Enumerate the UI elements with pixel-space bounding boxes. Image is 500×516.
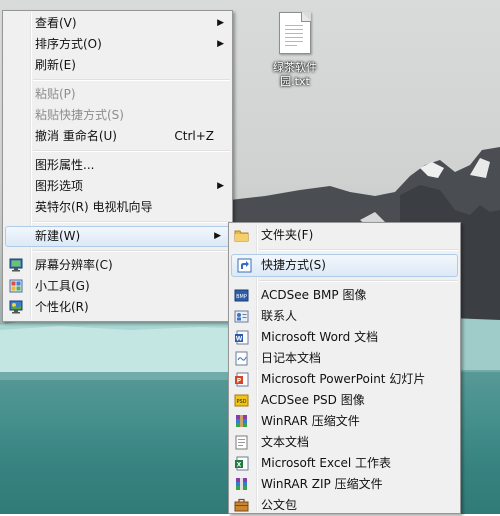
menu-item-label: Microsoft PowerPoint 幻灯片 xyxy=(261,372,426,386)
menu-item-label: ACDSee PSD 图像 xyxy=(261,393,365,407)
text-document-icon xyxy=(235,435,248,450)
submenu-item-contact[interactable]: 联系人 xyxy=(229,306,460,327)
submenu-arrow-icon: ▶ xyxy=(214,231,221,241)
menu-item-label: 撤消 重命名(U) xyxy=(35,129,117,143)
menu-item-undo-rename[interactable]: 撤消 重命名(U) Ctrl+Z xyxy=(3,126,232,147)
menu-item-label: 小工具(G) xyxy=(35,279,90,293)
menu-item-label: 粘贴(P) xyxy=(35,87,76,101)
svg-text:P: P xyxy=(237,378,242,385)
menu-separator xyxy=(259,280,458,282)
desktop-context-menu: 查看(V) ▶ 排序方式(O) ▶ 刷新(E) 粘贴(P) 粘贴快捷方式(S) … xyxy=(2,10,233,322)
briefcase-icon xyxy=(234,498,249,512)
menu-item-label: 日记本文档 xyxy=(261,351,322,365)
submenu-item-acdsee-psd[interactable]: PSD ACDSee PSD 图像 xyxy=(229,390,460,411)
submenu-item-excel[interactable]: X Microsoft Excel 工作表 xyxy=(229,453,460,474)
new-submenu: 文件夹(F) 快捷方式(S) BMP ACDSee BMP 图像 联系人 W M… xyxy=(228,222,461,514)
menu-item-label: 图形属性... xyxy=(35,158,95,172)
menu-separator xyxy=(33,250,230,252)
menu-item-paste[interactable]: 粘贴(P) xyxy=(3,84,232,105)
menu-item-personalize[interactable]: 个性化(R) xyxy=(3,297,232,318)
menu-item-intel-tv-wizard[interactable]: 英特尔(R) 电视机向导 xyxy=(3,197,232,218)
submenu-arrow-icon: ▶ xyxy=(217,18,224,28)
submenu-arrow-icon: ▶ xyxy=(217,181,224,191)
menu-item-label: ACDSee BMP 图像 xyxy=(261,288,367,302)
menu-separator xyxy=(259,249,458,251)
text-file-icon xyxy=(279,12,311,54)
submenu-item-word[interactable]: W Microsoft Word 文档 xyxy=(229,327,460,348)
submenu-item-powerpoint[interactable]: P Microsoft PowerPoint 幻灯片 xyxy=(229,369,460,390)
menu-item-label: 英特尔(R) 电视机向导 xyxy=(35,200,153,214)
psd-icon: PSD xyxy=(234,394,249,407)
svg-text:W: W xyxy=(236,336,243,343)
svg-text:PSD: PSD xyxy=(236,399,246,405)
menu-item-label: Microsoft Excel 工作表 xyxy=(261,456,392,470)
menu-item-label: 个性化(R) xyxy=(35,300,89,314)
journal-icon xyxy=(235,351,248,366)
word-icon: W xyxy=(235,330,249,345)
powerpoint-icon: P xyxy=(235,372,249,387)
menu-item-label: 排序方式(O) xyxy=(35,37,102,51)
shortcut-icon xyxy=(237,258,252,273)
submenu-item-winrar-zip[interactable]: WinRAR ZIP 压缩文件 xyxy=(229,474,460,495)
menu-item-label: 图形选项 xyxy=(35,179,84,193)
menu-separator xyxy=(33,221,230,223)
menu-item-label: 粘贴快捷方式(S) xyxy=(35,108,124,122)
menu-item-label: WinRAR ZIP 压缩文件 xyxy=(261,477,383,491)
menu-separator xyxy=(33,79,230,81)
desktop-file[interactable]: 绿茶软件园.txt xyxy=(260,12,330,89)
menu-item-view[interactable]: 查看(V) ▶ xyxy=(3,13,232,34)
display-icon xyxy=(9,258,23,272)
submenu-item-winrar[interactable]: WinRAR 压缩文件 xyxy=(229,411,460,432)
excel-icon: X xyxy=(235,456,249,471)
menu-item-label: 文件夹(F) xyxy=(261,228,314,242)
menu-item-label: Microsoft Word 文档 xyxy=(261,330,379,344)
desktop-file-name: 绿茶软件园.txt xyxy=(273,61,317,88)
menu-item-gadgets[interactable]: 小工具(G) xyxy=(3,276,232,297)
submenu-item-folder[interactable]: 文件夹(F) xyxy=(229,225,460,246)
submenu-arrow-icon: ▶ xyxy=(217,39,224,49)
zip-icon xyxy=(236,478,247,490)
gadgets-icon xyxy=(9,279,23,293)
menu-item-refresh[interactable]: 刷新(E) xyxy=(3,55,232,76)
submenu-item-acdsee-bmp[interactable]: BMP ACDSee BMP 图像 xyxy=(229,285,460,306)
submenu-item-shortcut[interactable]: 快捷方式(S) xyxy=(231,254,458,277)
menu-item-label: 新建(W) xyxy=(35,229,81,243)
menu-item-sort-by[interactable]: 排序方式(O) ▶ xyxy=(3,34,232,55)
rar-icon xyxy=(236,415,247,427)
menu-item-paste-shortcut[interactable]: 粘贴快捷方式(S) xyxy=(3,105,232,126)
menu-item-label: 刷新(E) xyxy=(35,58,76,72)
submenu-item-journal[interactable]: 日记本文档 xyxy=(229,348,460,369)
menu-item-label: WinRAR 压缩文件 xyxy=(261,414,360,428)
menu-item-label: 联系人 xyxy=(261,309,298,323)
menu-separator xyxy=(33,150,230,152)
menu-item-label: 屏幕分辨率(C) xyxy=(35,258,113,272)
svg-text:X: X xyxy=(237,462,242,469)
submenu-item-briefcase[interactable]: 公文包 xyxy=(229,495,460,516)
menu-item-label: 文本文档 xyxy=(261,435,310,449)
menu-item-screen-resolution[interactable]: 屏幕分辨率(C) xyxy=(3,255,232,276)
bmp-icon: BMP xyxy=(234,289,249,302)
menu-item-label: 公文包 xyxy=(261,498,298,512)
menu-item-label: 快捷方式(S) xyxy=(261,258,326,272)
contact-icon xyxy=(234,310,249,323)
folder-icon xyxy=(234,230,249,242)
svg-text:BMP: BMP xyxy=(236,294,247,300)
submenu-item-text-document[interactable]: 文本文档 xyxy=(229,432,460,453)
menu-item-shortcut: Ctrl+Z xyxy=(174,129,214,143)
personalize-icon xyxy=(9,300,23,314)
menu-item-graphics-options[interactable]: 图形选项 ▶ xyxy=(3,176,232,197)
menu-item-label: 查看(V) xyxy=(35,16,77,30)
menu-item-new[interactable]: 新建(W) ▶ xyxy=(5,226,230,247)
menu-item-graphics-properties[interactable]: 图形属性... xyxy=(3,155,232,176)
